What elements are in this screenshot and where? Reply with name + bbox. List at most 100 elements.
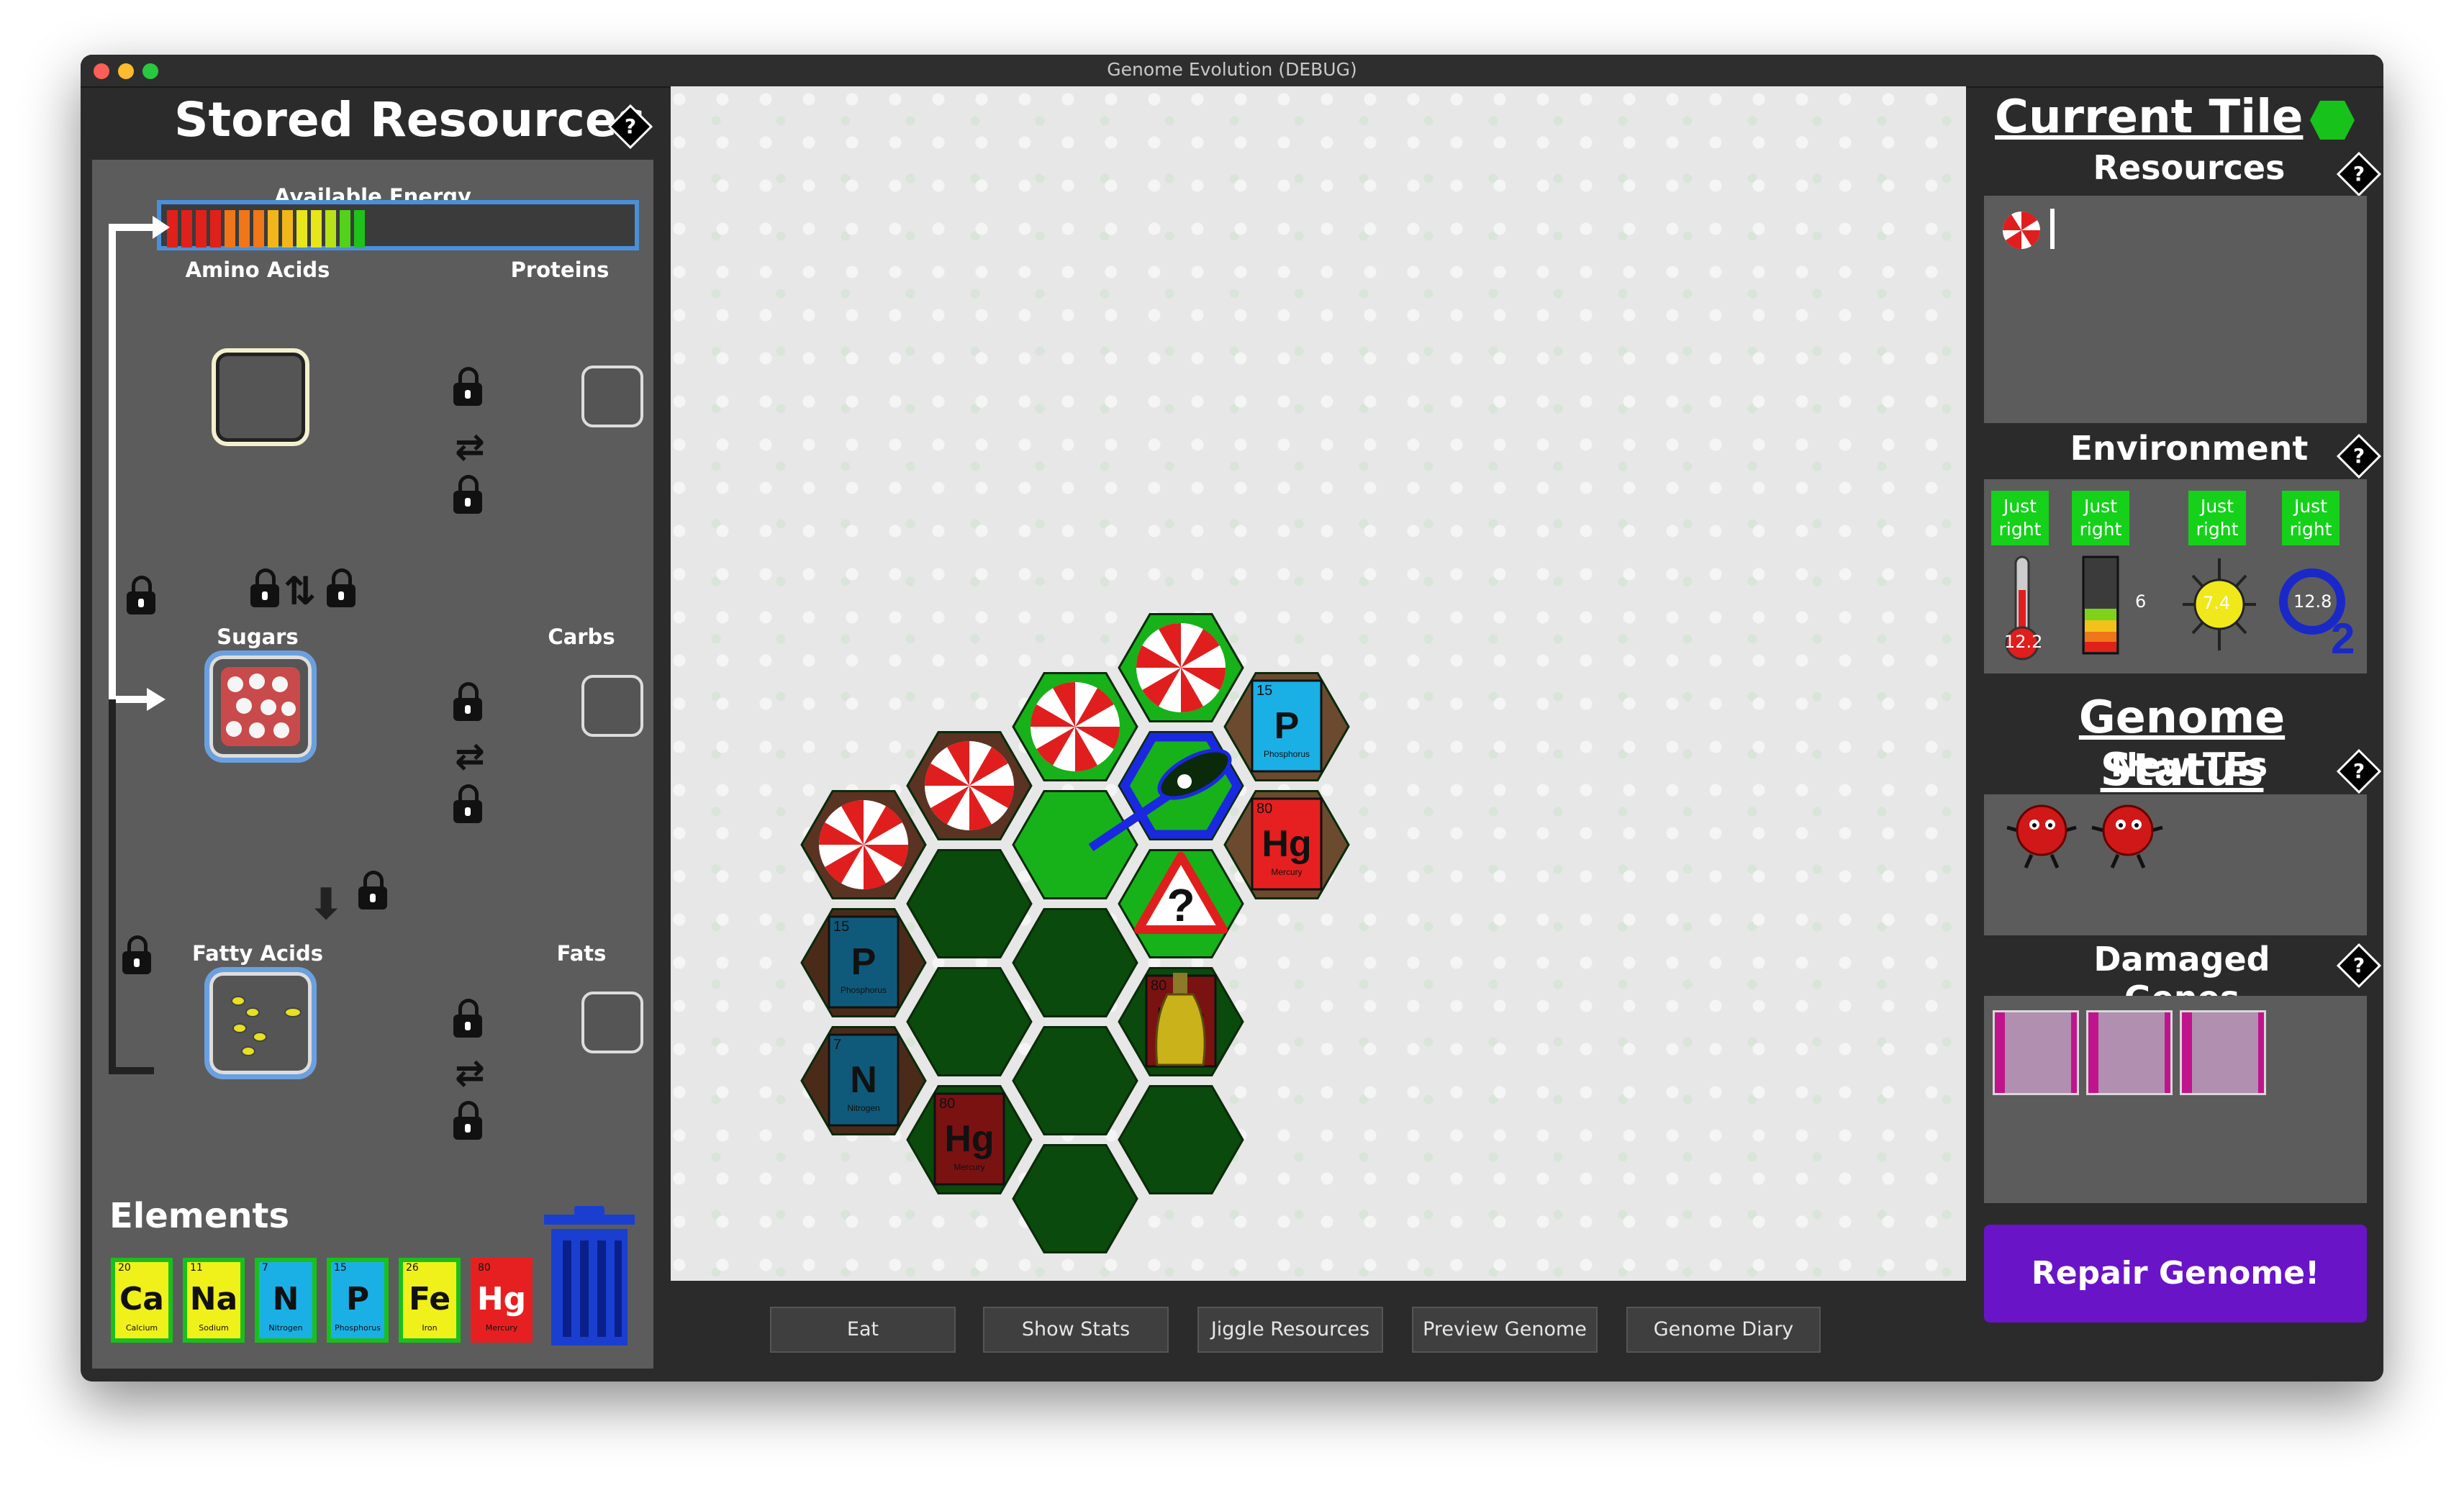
hex-tile-forest[interactable] [1118, 1085, 1244, 1194]
lock-icon [453, 999, 482, 1038]
transposable-element-icon [2006, 804, 2163, 869]
down-arrow-icon: ⬇ [308, 879, 345, 930]
hex-tile-forest[interactable] [906, 849, 1033, 958]
fatty-acids-slot[interactable] [204, 967, 317, 1079]
element-card[interactable]: 80 Hg Mercury [471, 1258, 533, 1343]
trash-can-icon[interactable] [535, 1206, 643, 1348]
sugars-slot[interactable] [204, 650, 317, 763]
stored-resources-panel: Available Energy Amino Acids Proteins ⇄ … [92, 160, 653, 1369]
svg-text:15: 15 [833, 919, 849, 935]
damaged-genes-help-icon[interactable]: ? [2336, 943, 2382, 989]
repair-genome-button[interactable]: Repair Genome! [1984, 1225, 2367, 1323]
lock-icon [250, 568, 279, 607]
element-symbol: P [345, 1281, 370, 1317]
peppermint-candy-icon [1031, 682, 1120, 771]
stored-resources-heading: Stored Resources [174, 92, 646, 148]
element-card[interactable]: 26 Fe Iron [399, 1258, 461, 1343]
energy-segment [181, 210, 192, 248]
damaged-gene-tile[interactable] [2086, 1010, 2173, 1095]
energy-bar [157, 200, 639, 250]
svg-text:P: P [851, 941, 877, 983]
jiggle-resources-button[interactable]: Jiggle Resources [1197, 1307, 1383, 1353]
element-name: Phosphorus [335, 1323, 381, 1333]
energy-segment [225, 210, 235, 248]
lock-icon [122, 935, 151, 974]
element-number: 26 [406, 1262, 419, 1274]
energy-segment [325, 210, 336, 248]
svg-text:Nitrogen: Nitrogen [847, 1103, 879, 1113]
resources-help-icon[interactable]: ? [2336, 151, 2382, 197]
amino-acids-label: Amino Acids [185, 258, 330, 282]
element-tile-card: 80 Hg Mercury [933, 1092, 1005, 1186]
element-number: 11 [190, 1262, 203, 1274]
energy-segment [268, 210, 278, 248]
fats-label: Fats [556, 941, 607, 966]
svg-text:Hg: Hg [1262, 823, 1311, 865]
damaged-gene-tile[interactable] [1993, 1010, 2079, 1095]
element-card[interactable]: 15 P Phosphorus [327, 1258, 389, 1343]
element-tile-card: 15P Phosphorus [828, 915, 900, 1009]
game-board[interactable]: 15PPhosphorus80HgMercury15PPhosphorus80H… [671, 86, 1966, 1281]
element-card[interactable]: 20 Ca Calcium [111, 1258, 173, 1343]
conversion-bracket-icon [109, 216, 170, 1074]
lock-icon [127, 576, 155, 614]
element-number: 80 [478, 1262, 491, 1274]
hex-map[interactable]: 15PPhosphorus80HgMercury15PPhosphorus80H… [671, 86, 1966, 1281]
element-name: Nitrogen [268, 1323, 303, 1333]
peppermint-candy-icon [2002, 211, 2041, 250]
lock-icon [453, 1101, 482, 1140]
element-card[interactable]: 7 N Nitrogen [255, 1258, 317, 1343]
current-tile-heading: Current Tile [1995, 91, 2304, 144]
proteins-slot[interactable] [581, 366, 643, 427]
energy-segment [210, 210, 221, 248]
eat-button[interactable]: Eat [770, 1307, 956, 1353]
convert-arrows-icon: ⇄ [455, 426, 485, 468]
peppermint-candy-icon [819, 800, 908, 889]
new-tes-box [1984, 794, 2367, 935]
game-window: Genome Evolution (DEBUG) Stored Resource… [81, 55, 2383, 1382]
show-stats-button[interactable]: Show Stats [983, 1307, 1169, 1353]
hex-tile-forest[interactable] [1012, 908, 1138, 1017]
svg-text:Mercury: Mercury [954, 1162, 984, 1172]
genome-diary-button[interactable]: Genome Diary [1626, 1307, 1821, 1353]
resources-heading: Resources [2093, 148, 2286, 187]
element-card[interactable]: 11 Na Sodium [183, 1258, 245, 1343]
hex-tile-forest[interactable] [1012, 1026, 1138, 1135]
oxygen-value: 12.8 [2293, 591, 2332, 612]
damaged-gene-tile[interactable] [2180, 1010, 2266, 1095]
element-number: 15 [334, 1262, 347, 1274]
title-bar: Genome Evolution (DEBUG) [81, 55, 2383, 88]
sugars-label: Sugars [217, 625, 299, 649]
element-tile-card: 7N Nitrogen [828, 1033, 900, 1127]
preview-genome-button[interactable]: Preview Genome [1412, 1307, 1598, 1353]
element-tile-card: 15P Phosphorus [1251, 679, 1323, 773]
peppermint-candy-icon [1136, 623, 1226, 712]
svg-text:Phosphorus: Phosphorus [1264, 749, 1310, 759]
element-name: Sodium [199, 1323, 229, 1333]
lock-icon [327, 568, 355, 607]
temperature-status: Just right [1991, 491, 2049, 545]
svg-text:80: 80 [1151, 978, 1167, 994]
light-value: 7.4 [2203, 593, 2231, 613]
energy-segment [311, 210, 322, 248]
element-symbol: Fe [408, 1281, 451, 1317]
hex-tile-forest[interactable] [906, 967, 1033, 1076]
svg-text:80: 80 [939, 1096, 955, 1112]
window-title: Genome Evolution (DEBUG) [1107, 59, 1357, 80]
svg-text:?: ? [1167, 879, 1195, 931]
elements-heading: Elements [109, 1196, 290, 1236]
element-symbol: Na [189, 1281, 238, 1317]
element-number: 20 [118, 1262, 131, 1274]
environment-help-icon[interactable]: ? [2336, 433, 2382, 479]
svg-text:7: 7 [833, 1037, 841, 1053]
lock-icon [453, 784, 482, 823]
fats-slot[interactable] [581, 992, 643, 1053]
energy-segment [340, 210, 350, 248]
hex-tile-grass[interactable] [1012, 790, 1138, 899]
amino-acids-slot[interactable] [212, 348, 309, 446]
lock-icon [358, 871, 387, 909]
element-symbol: Hg [476, 1281, 527, 1317]
hex-tile-forest[interactable] [1012, 1144, 1138, 1253]
carbs-slot[interactable] [581, 675, 643, 737]
fatty-acids-icon [231, 996, 302, 1056]
